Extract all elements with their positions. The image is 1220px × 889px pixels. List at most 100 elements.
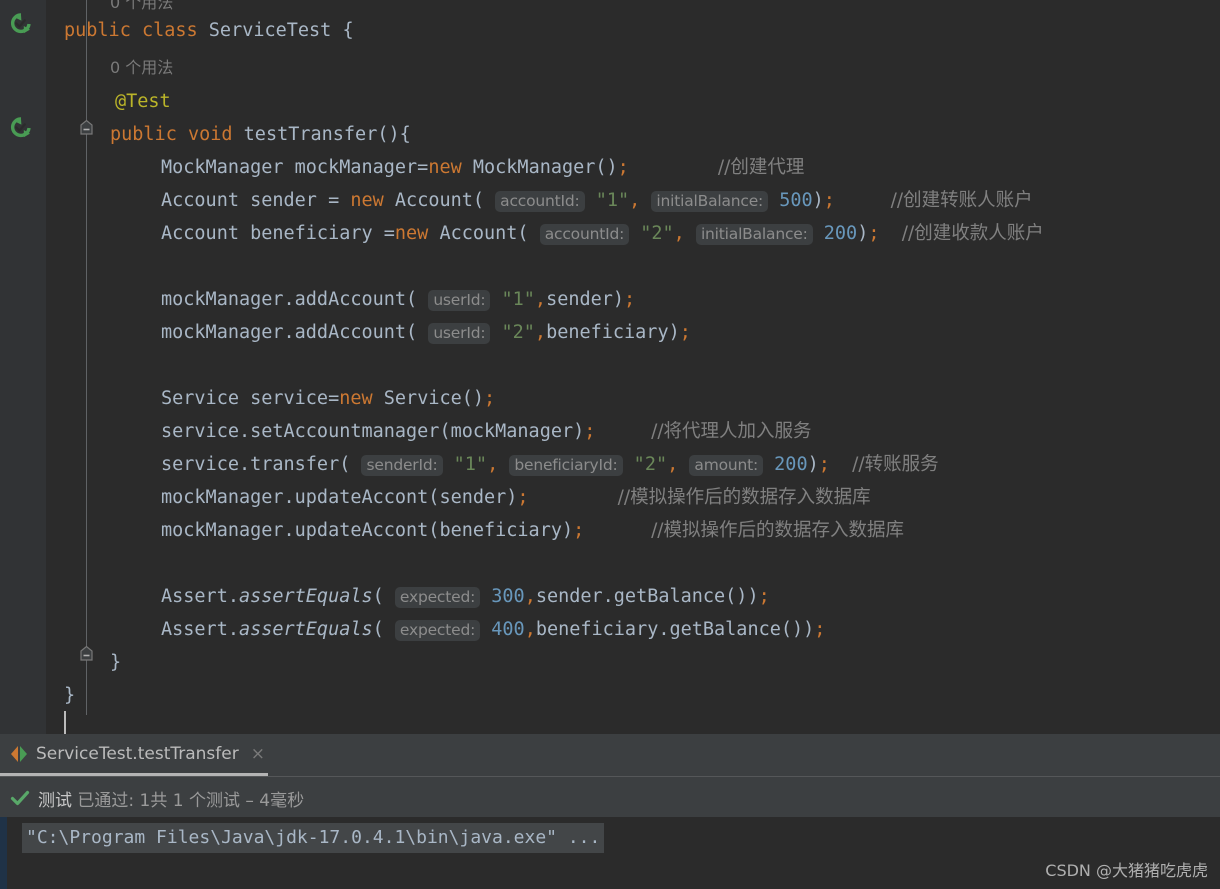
- console-command-line: "C:\Program Files\Java\jdk-17.0.4.1\bin\…: [22, 823, 605, 853]
- code-line: mockManager.addAccount( userId: "2",bene…: [161, 316, 691, 349]
- code-token: "1": [490, 289, 535, 310]
- code-token: ,: [667, 454, 679, 475]
- code-token: Service service=: [161, 388, 340, 409]
- code-token: (: [372, 586, 395, 607]
- code-token: assertEquals: [238, 619, 373, 640]
- code-token: ,: [524, 586, 536, 607]
- code-token: 500: [768, 190, 813, 211]
- code-token: ,: [487, 454, 499, 475]
- code-token: ,: [673, 223, 685, 244]
- code-token: 300: [480, 586, 525, 607]
- code-token: ;: [484, 388, 496, 409]
- code-token: Assert.: [161, 619, 239, 640]
- code-token: 0 个用法: [110, 0, 174, 12]
- code-token: ;: [823, 190, 835, 211]
- code-line: service.transfer( senderId: "1", benefic…: [161, 448, 939, 481]
- code-token: ;: [584, 421, 596, 442]
- code-line: Account beneficiary =new Account( accoun…: [161, 217, 1044, 250]
- code-token: sender): [546, 289, 625, 310]
- code-token: }: [110, 652, 122, 673]
- param-hint: userId:: [428, 323, 491, 344]
- test-tab-bar: ServiceTest.testTransfer ×: [0, 734, 1220, 777]
- param-hint: senderId:: [361, 455, 443, 476]
- code-token: ,: [524, 619, 536, 640]
- code-token: ;: [758, 586, 770, 607]
- code-token: ;: [679, 322, 691, 343]
- console-left-strip: [0, 817, 7, 889]
- code-token: new: [350, 190, 395, 211]
- code-line: }: [110, 646, 121, 679]
- param-hint: initialBalance:: [695, 224, 813, 245]
- code-token: Service(): [383, 388, 485, 409]
- code-token: (: [372, 619, 395, 640]
- code-token: "2": [622, 454, 668, 475]
- code-token: beneficiary.getBalance()): [535, 619, 815, 640]
- code-token: //模拟操作后的数据存入数据库: [651, 520, 905, 541]
- code-token: service.setAccountmanager(mockManager): [161, 421, 585, 442]
- code-line: mockManager.updateAccont(sender); //模拟操作…: [161, 481, 871, 514]
- code-token: MockManager(): [472, 157, 618, 178]
- code-token: }: [64, 685, 76, 706]
- code-line: Assert.assertEquals( expected: 400,benef…: [161, 613, 825, 646]
- code-text-area[interactable]: 0 个用法 public class ServiceTest {0 个用法 @Tes…: [0, 0, 1220, 734]
- code-token: ;: [624, 289, 636, 310]
- junit-run-config-icon: [8, 743, 30, 765]
- code-token: ;: [814, 619, 826, 640]
- code-token: "1": [584, 190, 630, 211]
- test-status-detail: 1共 1 个测试 – 4毫秒: [139, 790, 305, 811]
- code-token: //创建代理: [717, 157, 805, 178]
- code-token: "2": [490, 322, 535, 343]
- code-token: mockManager.addAccount(: [161, 322, 429, 343]
- text-caret: [64, 711, 66, 734]
- code-token: ): [812, 190, 824, 211]
- code-token: ;: [818, 454, 830, 475]
- param-hint: initialBalance:: [651, 191, 769, 212]
- code-editor[interactable]: 0 个用法 public class ServiceTest {0 个用法 @Tes…: [0, 0, 1220, 734]
- code-token: 200: [812, 223, 858, 244]
- watermark-text: CSDN @大猪猪吃虎虎: [1045, 861, 1208, 880]
- code-token: service.transfer(: [161, 454, 362, 475]
- close-icon[interactable]: ×: [251, 744, 265, 764]
- code-line: 0 个用法: [110, 51, 173, 84]
- code-token: mockManager.addAccount(: [161, 289, 429, 310]
- code-token: new: [394, 223, 440, 244]
- param-hint: userId:: [428, 290, 491, 311]
- code-line: mockManager.addAccount( userId: "1",send…: [161, 283, 635, 316]
- param-hint: beneficiaryId:: [509, 455, 623, 476]
- code-token: Assert.: [161, 586, 239, 607]
- code-token: //将代理人加入服务: [651, 421, 812, 442]
- code-token: class: [141, 20, 209, 41]
- test-status-row: 测试 已通过: 1共 1 个测试 – 4毫秒: [0, 779, 1220, 817]
- code-line: @Test: [115, 85, 171, 118]
- code-line: mockManager.updateAccont(beneficiary); /…: [161, 514, 904, 547]
- code-token: new: [339, 388, 384, 409]
- test-run-tab[interactable]: ServiceTest.testTransfer ×: [0, 734, 277, 774]
- code-token: mockManager.updateAccont(sender): [161, 487, 518, 508]
- code-token: ): [807, 454, 819, 475]
- code-token: Account beneficiary =: [161, 223, 395, 244]
- test-status-text: 测试 已通过: 1共 1 个测试 – 4毫秒: [38, 786, 304, 811]
- code-line: Account sender = new Account( accountId:…: [161, 184, 1033, 217]
- param-hint: accountId:: [539, 224, 630, 245]
- code-line: Assert.assertEquals( expected: 300,sende…: [161, 580, 770, 613]
- code-token: Account sender =: [161, 190, 351, 211]
- tab-bar-divider: [0, 776, 1220, 777]
- code-token: 200: [763, 454, 808, 475]
- check-mark-icon: [10, 788, 30, 808]
- param-hint: amount:: [689, 455, 764, 476]
- code-token: mockManager.updateAccont(beneficiary): [161, 520, 574, 541]
- code-token: ,: [534, 322, 547, 343]
- console-output[interactable]: "C:\Program Files\Java\jdk-17.0.4.1\bin\…: [0, 817, 1220, 889]
- code-token: ;: [573, 520, 585, 541]
- test-results-panel: ServiceTest.testTransfer × 测试 已通过: 1共 1 …: [0, 734, 1220, 889]
- code-line: public void testTransfer(){: [110, 118, 411, 151]
